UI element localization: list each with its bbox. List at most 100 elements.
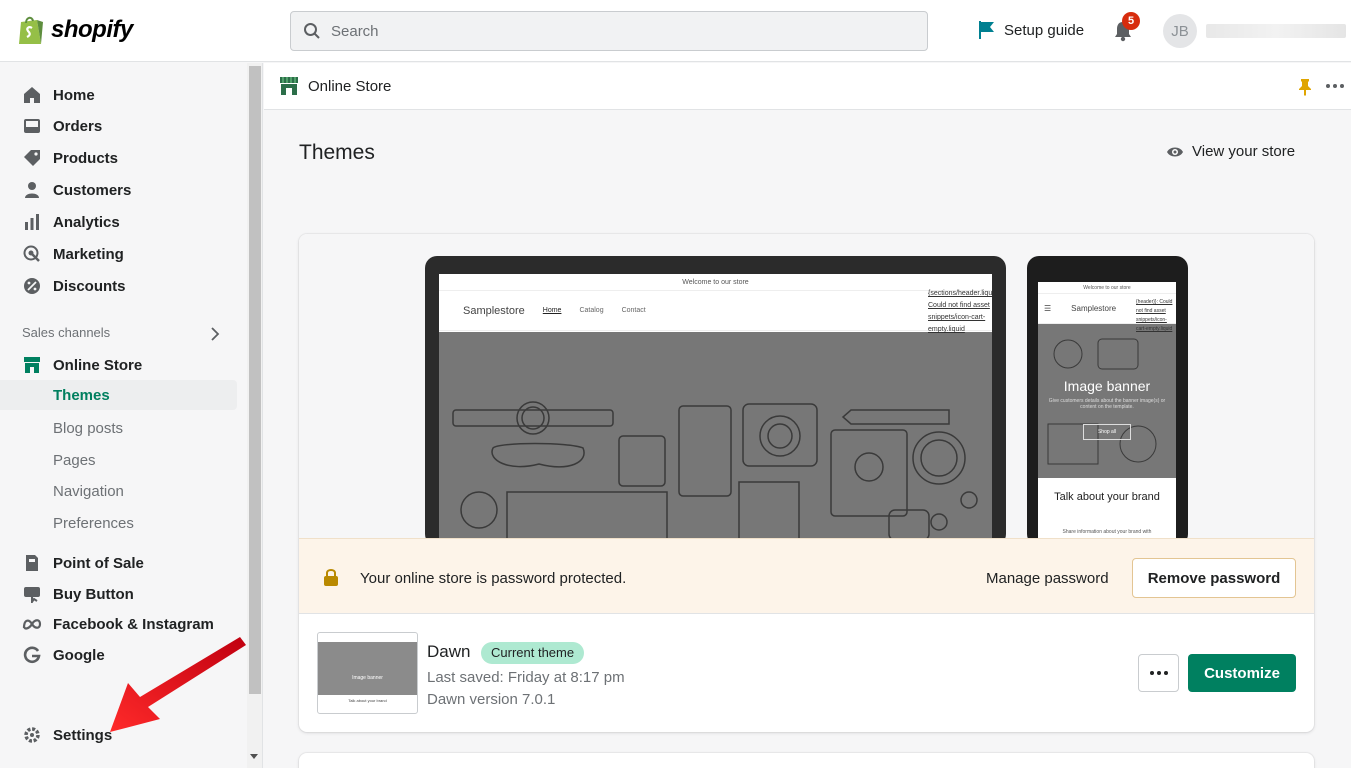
sidebar-scrollbar-thumb[interactable] [249,66,261,694]
sidebar-item-home[interactable]: Home [0,79,237,111]
mobile-announcement: Welcome to our store [1038,282,1176,294]
current-theme-row: Image banner Talk about your brand Dawn … [299,614,1314,732]
mobile-preview-screen: Welcome to our store ☰ Samplestore Image… [1038,282,1176,542]
shopify-bag-icon [19,16,43,44]
remove-password-button[interactable]: Remove password [1132,558,1296,598]
eye-icon [1167,147,1183,156]
chevron-right-icon[interactable] [210,327,220,341]
search-input[interactable]: Search [290,11,928,51]
sidebar-item-themes[interactable]: Themes [0,380,237,410]
more-options-icon[interactable] [1326,84,1344,88]
view-store-button[interactable]: View your store [1166,143,1295,160]
thumbnail-banner-text: Image banner [352,675,383,681]
search-icon [304,23,320,39]
top-bar: shopify Search Setup guide 5 JB [0,0,1351,62]
thumbnail-brand-text: Talk about your brand [348,698,387,703]
setup-guide-button[interactable]: Setup guide [978,20,1084,40]
theme-preview[interactable]: Welcome to our store Samplestore Home Ca… [299,234,1314,554]
thumbnail-banner [318,642,417,695]
ellipsis-icon [1149,671,1168,675]
sidebar-item-label: Buy Button [53,585,134,603]
sidebar-item-analytics[interactable]: Analytics [0,206,237,238]
sidebar-item-marketing[interactable]: Marketing [0,238,237,270]
sidebar-item-buy-button[interactable]: Buy Button [0,578,237,610]
sidebar-item-label: Google [53,646,105,664]
line-art-illustration [452,401,978,554]
sidebar-item-preferences[interactable]: Preferences [0,508,237,538]
mobile-shop-all-button: Shop all [1083,424,1131,440]
preview-banner-image [439,332,992,554]
desktop-preview-frame: Welcome to our store Samplestore Home Ca… [425,256,1006,554]
tag-icon [22,148,42,168]
current-theme-card: Welcome to our store Samplestore Home Ca… [299,234,1314,732]
google-icon [22,645,42,665]
sidebar-item-discounts[interactable]: Discounts [0,270,237,302]
sidebar-item-label: Products [53,149,119,167]
mobile-preview-frame: Welcome to our store ☰ Samplestore Image… [1027,256,1188,546]
sidebar-item-label: Settings [53,726,113,744]
annotation-arrow-icon [110,637,246,732]
preview-announcement: Welcome to our store [439,274,992,291]
mobile-brand-title: Talk about your brand [1054,491,1160,503]
mobile-store-name: Samplestore [1071,304,1117,313]
bar-chart-icon [22,212,42,232]
search-placeholder: Search [331,22,379,40]
mobile-brand-subtitle: Share information about your brand with [1062,529,1152,535]
sidebar-item-customers[interactable]: Customers [0,174,237,206]
sidebar-item-point-of-sale[interactable]: Point of Sale [0,547,237,579]
sales-channels-label: Sales channels [22,325,111,340]
person-icon [22,180,42,200]
mobile-banner-subtitle: Give customers details about the banner … [1048,398,1166,410]
pin-icon[interactable] [1298,78,1312,96]
last-saved-text: Last saved: Friday at 8:17 pm [427,669,625,686]
preview-nav-catalog: Catalog [579,307,604,314]
preview-header: Samplestore Home Catalog Contact [439,291,992,331]
redacted-user-name[interactable] [1206,24,1346,38]
preview-nav-home: Home [542,307,562,314]
pos-icon [22,553,42,573]
desktop-preview-screen: Welcome to our store Samplestore Home Ca… [439,274,992,554]
sidebar-item-label: Customers [53,181,132,199]
avatar[interactable]: JB [1163,14,1197,48]
target-icon [22,244,42,264]
sidebar-item-label: Analytics [53,213,120,231]
notification-badge: 5 [1122,12,1140,30]
preview-store-name: Samplestore [463,304,525,317]
sidebar-item-orders[interactable]: Orders [0,110,237,142]
theme-thumbnail[interactable]: Image banner Talk about your brand [317,632,418,714]
sidebar-item-navigation[interactable]: Navigation [0,476,237,506]
setup-guide-label: Setup guide [1004,21,1085,39]
hamburger-icon: ☰ [1044,304,1052,313]
scroll-down-arrow-icon[interactable] [250,754,258,759]
customize-button[interactable]: Customize [1188,654,1296,692]
shopify-logo[interactable]: shopify [17,14,133,46]
theme-name: Dawn [427,642,471,661]
sidebar-item-products[interactable]: Products [0,142,237,174]
sidebar-item-label: Point of Sale [53,554,144,572]
buy-button-icon [22,584,42,604]
sidebar-item-online-store[interactable]: Online Store [0,349,237,381]
sidebar-item-label: Discounts [53,277,126,295]
sidebar-item-blog-posts[interactable]: Blog posts [0,413,237,443]
orders-icon [22,116,42,136]
storefront-icon [22,355,42,375]
status-badge: Current theme [481,642,585,664]
sidebar-item-label: Marketing [53,245,124,263]
theme-actions-button[interactable] [1138,654,1179,692]
mobile-banner-title: Image banner [1063,378,1151,394]
content-header-bar: Online Store [264,63,1351,110]
flag-icon [979,21,994,39]
password-banner-text: Your online store is password protected. [360,570,627,587]
theme-version-text: Dawn version 7.0.1 [427,691,556,708]
home-icon [22,85,42,105]
meta-icon [22,614,42,634]
manage-password-button[interactable]: Manage password [986,570,1109,587]
preview-error-text: {sections/header.liquid:41}: Could not f… [928,290,992,333]
content-bar-title: Online Store [308,77,392,95]
sidebar-item-pages[interactable]: Pages [0,445,237,475]
logo-text: shopify [51,16,133,43]
sidebar-item-label: Facebook & Instagram [53,615,214,633]
online-store-app-icon [278,75,300,97]
lock-icon [324,569,338,586]
page-title: Themes [299,141,375,164]
